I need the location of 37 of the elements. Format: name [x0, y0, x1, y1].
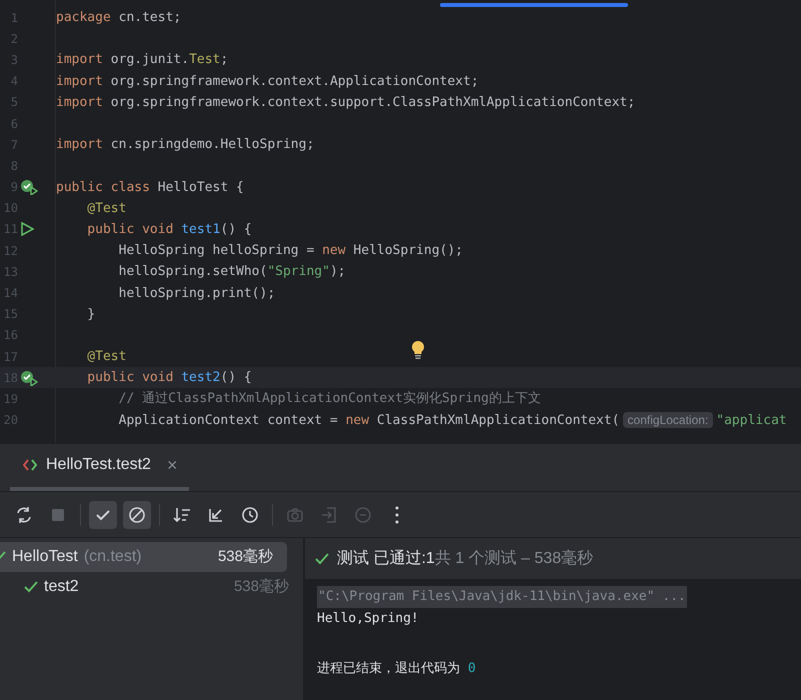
- test-tree-item[interactable]: HelloTest (cn.test) 538毫秒: [0, 542, 287, 572]
- lightbulb-icon[interactable]: [410, 340, 426, 360]
- code-line: HelloSpring helloSpring = new HelloSpring();: [118, 244, 463, 258]
- console-exit-message: 进程已结束，退出代码为 0: [317, 660, 476, 678]
- code-line: import org.springframework.context.ApplicationContext;: [56, 74, 479, 88]
- test-tree-item[interactable]: test2 538毫秒: [0, 572, 303, 602]
- run-icon[interactable]: [20, 222, 34, 236]
- code-line: }: [86, 308, 96, 321]
- run-test-icon: [22, 458, 38, 472]
- check-icon: [24, 580, 38, 594]
- checkmark-button[interactable]: [89, 500, 117, 528]
- run-tab[interactable]: HelloTest.test2 ×: [10, 443, 190, 491]
- test-status-text: 测试 已通过:1共 1 个测试 – 538毫秒: [337, 548, 594, 568]
- test-passed-icon[interactable]: [20, 179, 38, 196]
- more-icon: [395, 504, 399, 524]
- code-line: package cn.test;: [56, 11, 182, 24]
- clock-icon: [240, 504, 260, 524]
- close-button[interactable]: ×: [166, 452, 178, 478]
- code-line: @Test: [86, 202, 126, 215]
- code-line: public void test2() {: [86, 371, 252, 384]
- code-line: public class HelloTest {: [56, 180, 244, 194]
- console-output: Hello,Spring!: [317, 610, 419, 628]
- prohibited-button[interactable]: [123, 500, 151, 528]
- code-line: import org.junit.Test;: [56, 53, 228, 66]
- prohibited-icon: [127, 504, 147, 524]
- code-line: helloSpring.setWho("Spring");: [118, 265, 346, 278]
- code-line: @Test: [86, 350, 126, 364]
- code-line: import org.springframework.context.support.ClassPathXmlApplicationContext;: [56, 96, 636, 109]
- test-passed-icon[interactable]: [20, 370, 38, 386]
- code-line: public void test1() {: [86, 222, 252, 236]
- code-line: helloSpring.print();: [118, 286, 276, 300]
- code-line: // 通过ClassPathXmlApplicationContext实例化Spring的上下文: [118, 392, 541, 406]
- import-icon: [319, 504, 339, 524]
- code-line: ApplicationContext context = new ClassPathXmlApplicationContext( configLocation: "applicat: [118, 412, 787, 428]
- scrollbar-thumb[interactable]: [440, 3, 628, 7]
- inlay-hint: configLocation:: [622, 412, 714, 428]
- code-line: import cn.springdemo.HelloSpring;: [56, 138, 314, 152]
